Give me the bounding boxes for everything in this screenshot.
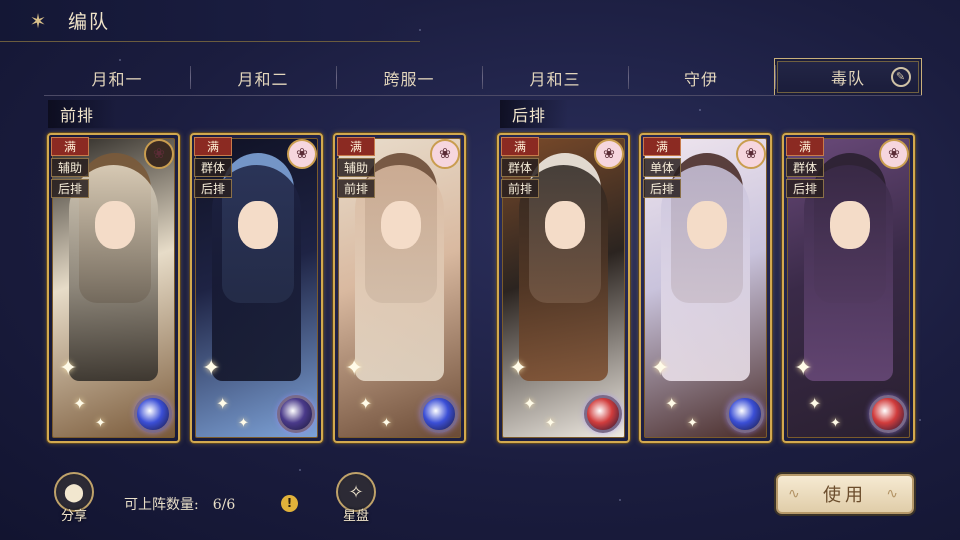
- pig-emblem: ❀: [594, 139, 624, 169]
- character-face: [545, 201, 585, 249]
- row-badge: 后排: [194, 179, 232, 198]
- sparkle-icon: ✦: [381, 416, 392, 431]
- max-level-badge: 满: [643, 137, 681, 156]
- team-tabs: 月和一 月和二 跨服一 月和三 守伊 毒队 ✎: [44, 58, 922, 96]
- sparkle-icon: ✦: [523, 394, 537, 413]
- role-badge: 单体: [643, 158, 681, 177]
- sparkle-icon: ✦: [651, 356, 670, 381]
- row-badge: 后排: [786, 179, 824, 198]
- sparkle-icon: ✦: [345, 356, 364, 381]
- share-label: 分享: [60, 509, 87, 524]
- tab-duodui[interactable]: 毒队 ✎: [774, 58, 922, 95]
- row-badge: 后排: [643, 179, 681, 198]
- character-card[interactable]: 满群体后排 ❀ ✦ ✦ ✦: [782, 133, 915, 443]
- back-row-label: 后排: [500, 100, 569, 128]
- sparkle-icon: ✦: [95, 416, 106, 431]
- info-icon[interactable]: !: [281, 495, 298, 512]
- portrait-emblem: ❀: [144, 139, 174, 169]
- character-card[interactable]: 满辅助后排 ❀ ✦ ✦ ✦: [47, 133, 180, 443]
- pig-emblem: ❀: [879, 139, 909, 169]
- capacity-label: 可上阵数量:: [124, 497, 199, 513]
- use-button[interactable]: ∿ 使用 ∿: [776, 474, 914, 514]
- character-card[interactable]: 满辅助前排 ❀ ✦ ✦ ✦: [333, 133, 466, 443]
- tab-yuehe-1[interactable]: 月和一: [44, 60, 190, 95]
- sparkle-icon: ✦: [830, 416, 841, 431]
- row-badge: 前排: [337, 179, 375, 198]
- front-row-label: 前排: [48, 100, 117, 128]
- character-face: [687, 201, 727, 249]
- card-badges: 满群体 后排: [786, 137, 824, 198]
- card-badges: 满群体 前排: [501, 137, 539, 198]
- sparkle-icon: ✦: [59, 356, 78, 381]
- star-disc-label: 星盘: [342, 509, 369, 524]
- max-level-badge: 满: [501, 137, 539, 156]
- top-header: ✶ 编队: [0, 0, 420, 42]
- max-level-badge: 满: [337, 137, 375, 156]
- pig-emblem: ❀: [430, 139, 460, 169]
- use-label: 使用: [823, 485, 867, 506]
- character-face: [381, 201, 421, 249]
- capacity-display: 可上阵数量: 6/6: [124, 494, 235, 514]
- sparkle-icon: ✦: [794, 356, 813, 381]
- role-badge: 辅助: [337, 158, 375, 177]
- role-badge: 群体: [786, 158, 824, 177]
- element-orb-icon: [584, 395, 622, 433]
- sparkle-icon: ✦: [202, 356, 221, 381]
- sparkle-icon: ✦: [545, 416, 556, 431]
- swirl-right-icon: ∿: [886, 486, 902, 502]
- card-badges: 满辅助 前排: [337, 137, 375, 198]
- character-face: [238, 201, 278, 249]
- max-level-badge: 满: [51, 137, 89, 156]
- tab-kuafu-1[interactable]: 跨服一: [336, 60, 482, 95]
- element-orb-icon: [726, 395, 764, 433]
- swirl-left-icon: ∿: [788, 486, 804, 502]
- element-orb-icon: [420, 395, 458, 433]
- element-orb-icon: [134, 395, 172, 433]
- sparkle-icon: ✦: [665, 394, 679, 413]
- sparkle-icon: ✦: [687, 416, 698, 431]
- tab-yuehe-2[interactable]: 月和二: [190, 60, 336, 95]
- element-orb-icon: [277, 395, 315, 433]
- page-title: 编队: [68, 11, 111, 33]
- character-card[interactable]: 满单体后排 ❀ ✦ ✦ ✦: [639, 133, 772, 443]
- element-orb-icon: [869, 395, 907, 433]
- tab-yuehe-3[interactable]: 月和三: [482, 60, 628, 95]
- max-level-badge: 满: [194, 137, 232, 156]
- row-badge: 前排: [501, 179, 539, 198]
- card-badges: 满辅助 后排: [51, 137, 89, 198]
- row-badge: 后排: [51, 179, 89, 198]
- character-face: [830, 201, 870, 249]
- sparkle-icon: ✦: [216, 394, 230, 413]
- sparkle-icon: ✦: [238, 416, 249, 431]
- role-badge: 群体: [194, 158, 232, 177]
- card-badges: 满群体 后排: [194, 137, 232, 198]
- sparkle-icon: ✦: [73, 394, 87, 413]
- max-level-badge: 满: [786, 137, 824, 156]
- cloud-back-icon[interactable]: ✶: [20, 8, 56, 34]
- capacity-value: 6/6: [212, 497, 236, 513]
- sparkle-icon: ✦: [808, 394, 822, 413]
- sparkle-icon: ✦: [359, 394, 373, 413]
- pig-emblem: ❀: [736, 139, 766, 169]
- role-badge: 群体: [501, 158, 539, 177]
- wand-icon: ✧: [348, 481, 364, 503]
- tab-shouyi[interactable]: 守伊: [628, 60, 774, 95]
- pig-emblem: ❀: [287, 139, 317, 169]
- role-badge: 辅助: [51, 158, 89, 177]
- sparkle-icon: ✦: [509, 356, 528, 381]
- card-badges: 满单体 后排: [643, 137, 681, 198]
- character-face: [95, 201, 135, 249]
- share-icon: ⬤: [63, 481, 85, 503]
- character-card[interactable]: 满群体后排 ❀ ✦ ✦ ✦: [190, 133, 323, 443]
- character-card[interactable]: 满群体前排 ❀ ✦ ✦ ✦: [497, 133, 630, 443]
- edit-icon[interactable]: ✎: [891, 67, 911, 87]
